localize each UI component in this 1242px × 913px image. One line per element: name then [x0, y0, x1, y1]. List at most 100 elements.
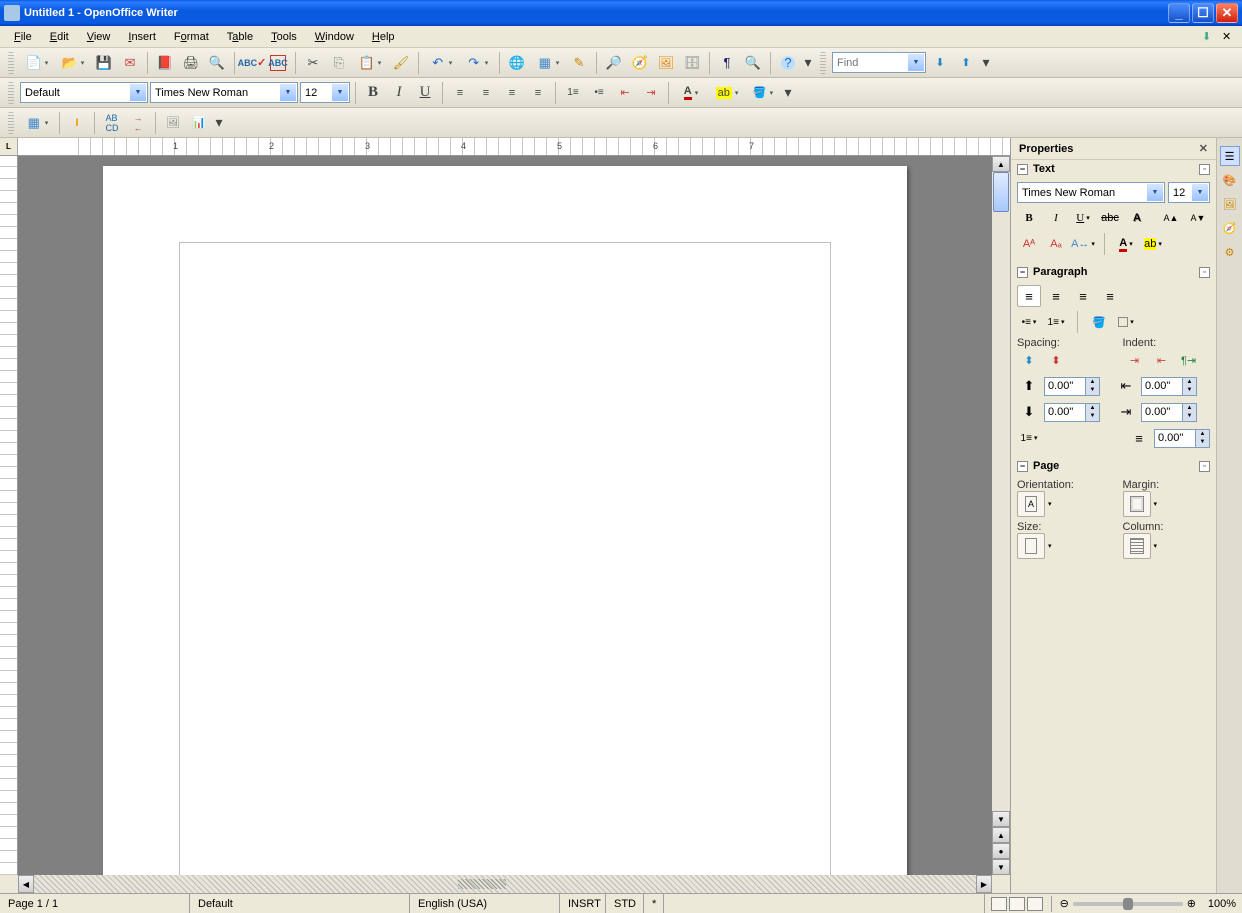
sidebar-underline-button[interactable]: U: [1071, 207, 1095, 229]
line-spacing-button[interactable]: 1≡: [1017, 427, 1041, 449]
sidebar-tab-properties[interactable]: ☰: [1220, 146, 1240, 166]
autoformat-num-button[interactable]: →←: [126, 111, 150, 135]
sidebar-strike-button[interactable]: abc: [1098, 207, 1122, 229]
scroll-down-button[interactable]: ▼: [992, 811, 1010, 827]
sidebar-fontcolor-button[interactable]: A: [1114, 233, 1138, 255]
margin-button[interactable]: [1123, 491, 1151, 517]
find-input[interactable]: [837, 57, 907, 69]
gallery-button[interactable]: 🖼: [654, 51, 678, 75]
sidebar-paragraph-bg-button[interactable]: [1114, 311, 1138, 333]
status-modified[interactable]: *: [644, 894, 664, 913]
column-button[interactable]: [1123, 533, 1151, 559]
horizontal-ruler[interactable]: L 1 2 3 4 5 6 7: [0, 138, 1010, 156]
status-style[interactable]: Default: [190, 894, 410, 913]
bold-button[interactable]: B: [361, 81, 385, 105]
zoom-slider[interactable]: [1073, 902, 1183, 906]
scroll-thumb[interactable]: [993, 172, 1009, 212]
menu-insert[interactable]: Insert: [120, 29, 164, 45]
close-button[interactable]: ✕: [1216, 3, 1238, 23]
vertical-ruler[interactable]: [0, 156, 18, 875]
format-toolbar-overflow[interactable]: ▾: [782, 81, 794, 105]
help-button[interactable]: ?: [776, 51, 800, 75]
nonprinting-button[interactable]: ¶: [715, 51, 739, 75]
status-selection-mode[interactable]: STD: [606, 894, 644, 913]
show-draw-button[interactable]: ✎: [567, 51, 591, 75]
firstline-indent-button[interactable]: ¶⇥: [1177, 349, 1201, 371]
nav-button[interactable]: ●: [992, 843, 1010, 859]
sidebar-align-left-button[interactable]: ≡: [1017, 285, 1041, 307]
sidebar-align-center-button[interactable]: ≡: [1044, 285, 1068, 307]
find-dropdown-arrow[interactable]: ▼: [908, 54, 924, 71]
find-combo[interactable]: ▼: [832, 52, 926, 73]
print-button[interactable]: 🖨: [179, 51, 203, 75]
insert-table-button[interactable]: ▦: [20, 111, 54, 135]
print-preview-button[interactable]: 🔍: [205, 51, 229, 75]
sidebar-italic-button[interactable]: I: [1044, 207, 1068, 229]
orientation-button[interactable]: A: [1017, 491, 1045, 517]
sidebar-shadow-button[interactable]: A: [1125, 207, 1149, 229]
status-signature[interactable]: [664, 894, 985, 913]
status-insert-mode[interactable]: INSRT: [560, 894, 606, 913]
collapse-icon[interactable]: −: [1017, 461, 1028, 472]
zoom-button[interactable]: 🔍: [741, 51, 765, 75]
next-page-button[interactable]: ▼: [992, 859, 1010, 875]
status-page[interactable]: Page 1 / 1: [0, 894, 190, 913]
single-page-view-button[interactable]: [991, 897, 1007, 911]
chevron-down-icon[interactable]: ▼: [280, 84, 296, 101]
decrease-indent-button[interactable]: ⇤: [613, 81, 637, 105]
sidebar-tab-functions[interactable]: ⚙: [1220, 242, 1240, 262]
copy-button[interactable]: ⎘: [327, 51, 351, 75]
sidebar-close-icon[interactable]: ✕: [1199, 142, 1208, 155]
sidebar-bold-button[interactable]: B: [1017, 207, 1041, 229]
bg-color-button[interactable]: 🪣: [746, 81, 780, 105]
find-next-button[interactable]: ⬇: [928, 51, 952, 75]
increase-indent-button[interactable]: ⇥: [639, 81, 663, 105]
sidebar-spacing-button[interactable]: A↔: [1071, 233, 1095, 255]
open-button[interactable]: 📂: [56, 51, 90, 75]
menu-table[interactable]: Table: [219, 29, 261, 45]
sidebar-increase-font-button[interactable]: A▲: [1159, 207, 1183, 229]
format-paintbrush-button[interactable]: 🖌: [389, 51, 413, 75]
autospell-button[interactable]: ABC: [266, 51, 290, 75]
bulleted-list-button[interactable]: •≡: [587, 81, 611, 105]
menu-format[interactable]: Format: [166, 29, 217, 45]
highlight-button[interactable]: ab: [710, 81, 744, 105]
document-canvas[interactable]: [18, 156, 992, 875]
find-replace-button[interactable]: 🔎: [602, 51, 626, 75]
align-left-button[interactable]: ≡: [448, 81, 472, 105]
align-justify-button[interactable]: ≡: [526, 81, 550, 105]
sidebar-decrease-font-button[interactable]: A▼: [1186, 207, 1210, 229]
decrease-spacing-button[interactable]: ⬍: [1044, 349, 1068, 371]
decrease-indent-button[interactable]: ⇤: [1150, 349, 1174, 371]
undo-button[interactable]: ↶: [424, 51, 458, 75]
maximize-button[interactable]: ☐: [1192, 3, 1214, 23]
more-options-icon[interactable]: ▫: [1199, 164, 1210, 175]
numbered-list-button[interactable]: 1≡: [561, 81, 585, 105]
vertical-scrollbar[interactable]: ▲ ▼ ▲ ● ▼: [992, 156, 1010, 875]
close-doc-icon[interactable]: ✕: [1222, 30, 1236, 44]
sidebar-align-right-button[interactable]: ≡: [1071, 285, 1095, 307]
download-icon[interactable]: ⬇: [1202, 30, 1216, 44]
sidebar-highlight-button[interactable]: ab: [1141, 233, 1165, 255]
toolbar-overflow[interactable]: ▾: [802, 51, 814, 75]
menu-edit[interactable]: Edit: [42, 29, 77, 45]
horizontal-scrollbar[interactable]: ◀ ▶: [0, 875, 1010, 893]
underline-button[interactable]: U: [413, 81, 437, 105]
collapse-icon[interactable]: −: [1017, 267, 1028, 278]
menu-window[interactable]: Window: [307, 29, 362, 45]
space-below-input[interactable]: 0.00"▲▼: [1044, 403, 1100, 422]
book-view-button[interactable]: [1027, 897, 1043, 911]
scroll-left-button[interactable]: ◀: [18, 875, 34, 893]
line-style-button[interactable]: I: [65, 111, 89, 135]
sidebar-font-combo[interactable]: Times New Roman ▼: [1017, 182, 1165, 203]
find-prev-button[interactable]: ⬆: [954, 51, 978, 75]
more-options-icon[interactable]: ▫: [1199, 267, 1210, 278]
chevron-down-icon[interactable]: ▼: [130, 84, 146, 101]
zoom-in-button[interactable]: ⊕: [1187, 897, 1196, 910]
fontsize-combo[interactable]: 12 ▼: [300, 82, 350, 103]
sidebar-align-justify-button[interactable]: ≡: [1098, 285, 1122, 307]
menu-tools[interactable]: Tools: [263, 29, 305, 45]
paste-button[interactable]: 📋: [353, 51, 387, 75]
sidebar-bullets-button[interactable]: •≡: [1017, 311, 1041, 333]
font-color-button[interactable]: A: [674, 81, 708, 105]
